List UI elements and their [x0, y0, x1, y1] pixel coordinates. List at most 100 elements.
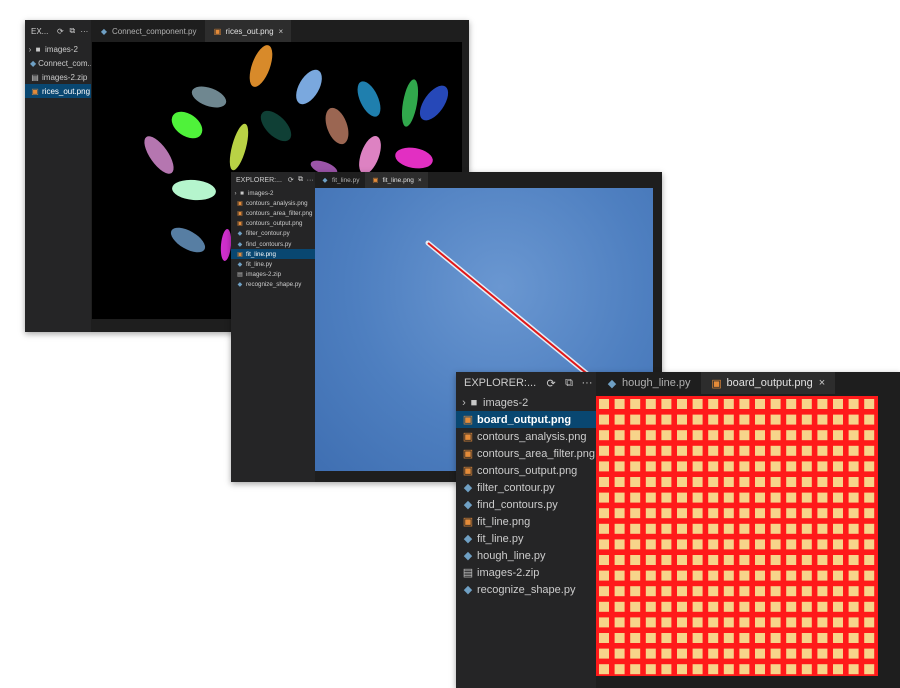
board-square	[770, 539, 781, 550]
file-item-fit-line-py[interactable]: ◆ fit_line.py	[456, 530, 596, 547]
board-square	[661, 648, 672, 659]
file-item-images-2-zip[interactable]: ▤ images-2.zip	[25, 70, 91, 84]
file-item-connect-component[interactable]: ◆ Connect_com...	[25, 56, 94, 70]
board-square	[645, 664, 656, 675]
board-square	[848, 617, 859, 628]
refresh-icon[interactable]: ⟳	[54, 27, 66, 36]
more-actions-icon[interactable]: ···	[578, 377, 596, 389]
file-item-recognize-shape[interactable]: ◆ recognize_shape.py	[456, 581, 596, 598]
close-icon[interactable]: ×	[279, 27, 284, 36]
file-item-filter-contour[interactable]: ◆ filter_contour.py	[231, 229, 315, 239]
refresh-icon[interactable]: ⟳	[286, 176, 296, 184]
file-item-contours-area-filter[interactable]: ▣ contours_area_filter.png	[231, 208, 315, 218]
board-square	[786, 586, 797, 597]
python-file-icon: ◆	[463, 482, 473, 494]
board-square	[833, 555, 843, 565]
board-square	[723, 601, 734, 612]
tree-item-label: contours_output.png	[477, 464, 578, 477]
tab-fit-line-png[interactable]: ▣ fit_line.png ×	[365, 172, 428, 188]
board-square	[755, 586, 765, 597]
board-square	[770, 399, 781, 409]
tab-hough-line[interactable]: ◆ hough_line.py	[596, 372, 701, 394]
board-square	[614, 523, 625, 534]
board-square	[677, 445, 687, 456]
board-square	[677, 633, 687, 643]
board-square	[739, 414, 750, 425]
collapse-all-icon[interactable]: ⧉	[560, 377, 578, 390]
collapse-all-icon[interactable]: ⧉	[296, 176, 306, 184]
python-file-icon: ◆	[237, 230, 243, 238]
close-icon[interactable]: ×	[819, 377, 825, 389]
file-item-fit-line-py[interactable]: ◆ fit_line.py	[231, 259, 315, 269]
board-square	[630, 648, 641, 659]
tab-board-output[interactable]: ▣ board_output.png ×	[700, 372, 836, 394]
chevron-right-icon[interactable]: ›	[460, 397, 468, 409]
file-item-fit-line-png[interactable]: ▣ fit_line.png	[231, 249, 315, 260]
file-item-images-2-zip[interactable]: ▤ images-2.zip	[231, 270, 315, 280]
file-item-recognize-shape[interactable]: ◆ recognize_shape.py	[231, 280, 315, 290]
image-file-icon: ▣	[237, 220, 243, 228]
file-item-contours-output[interactable]: ▣ contours_output.png	[231, 219, 315, 229]
file-item-find-contours[interactable]: ◆ find_contours.py	[231, 239, 315, 249]
collapse-all-icon[interactable]: ⧉	[66, 26, 78, 36]
tab-connect-component[interactable]: ◆ Connect_component.py	[91, 20, 205, 42]
file-item-filter-contour[interactable]: ◆ filter_contour.py	[456, 479, 596, 496]
board-square	[739, 477, 750, 487]
board-square	[661, 539, 672, 550]
tab-bar: ◆ hough_line.py ▣ board_output.png ×	[596, 372, 836, 394]
file-item-rices-out[interactable]: ▣ rices_out.png	[25, 84, 91, 98]
file-item-images-2-zip[interactable]: ▤ images-2.zip	[456, 564, 596, 581]
board-square	[786, 570, 797, 581]
board-square	[723, 555, 734, 565]
board-square	[848, 430, 859, 441]
board-square	[645, 648, 656, 659]
board-square	[817, 477, 828, 487]
tree-item-label: fit_line.py	[246, 260, 273, 268]
image-file-icon: ▣	[31, 86, 39, 96]
folder-item-images-2[interactable]: › ■ images-2	[231, 188, 315, 198]
file-item-find-contours[interactable]: ◆ find_contours.py	[456, 496, 596, 513]
board-square	[614, 399, 625, 409]
board-square	[817, 570, 828, 581]
board-square	[614, 586, 625, 597]
tab-fit-line-py[interactable]: ◆ fit_line.py	[315, 172, 365, 188]
folder-item-images-2[interactable]: › ■ images-2	[456, 394, 596, 411]
board-square	[801, 633, 812, 643]
board-square	[661, 555, 672, 565]
board-square	[755, 414, 765, 425]
folder-item-images-2[interactable]: › ■ images-2	[25, 42, 91, 56]
zip-file-icon: ▤	[237, 271, 243, 279]
more-actions-icon[interactable]: ···	[78, 27, 90, 36]
board-square	[599, 586, 609, 597]
board-square	[864, 617, 875, 628]
file-item-board-output[interactable]: ▣ board_output.png	[456, 411, 596, 428]
board-square	[755, 430, 765, 441]
board-square	[677, 477, 687, 487]
board-square	[739, 461, 750, 472]
close-icon[interactable]: ×	[418, 177, 422, 184]
board-square	[801, 461, 812, 472]
image-file-icon: ▣	[462, 448, 474, 460]
board-square	[770, 555, 781, 565]
board-square	[630, 508, 641, 519]
board-square	[599, 664, 609, 675]
board-square	[864, 508, 875, 519]
board-square	[848, 570, 859, 581]
file-item-fit-line-png[interactable]: ▣ fit_line.png	[456, 513, 596, 530]
board-square	[833, 477, 843, 487]
board-square	[864, 664, 875, 675]
file-item-contours-output[interactable]: ▣ contours_output.png	[456, 462, 596, 479]
board-square	[864, 633, 875, 643]
board-square	[833, 414, 843, 425]
refresh-icon[interactable]: ⟳	[542, 377, 560, 390]
file-item-hough-line[interactable]: ◆ hough_line.py	[456, 547, 596, 564]
file-item-contours-analysis[interactable]: ▣ contours_analysis.png	[456, 428, 596, 445]
tab-rices-out[interactable]: ▣ rices_out.png ×	[204, 20, 292, 42]
board-square	[739, 601, 750, 612]
file-item-contours-area-filter[interactable]: ▣ contours_area_filter.png	[456, 445, 596, 462]
file-item-contours-analysis[interactable]: ▣ contours_analysis.png	[231, 198, 315, 208]
python-file-icon: ◆	[237, 281, 243, 289]
board-square	[692, 414, 703, 425]
board-square	[755, 539, 765, 550]
more-actions-icon[interactable]: ···	[305, 177, 315, 184]
